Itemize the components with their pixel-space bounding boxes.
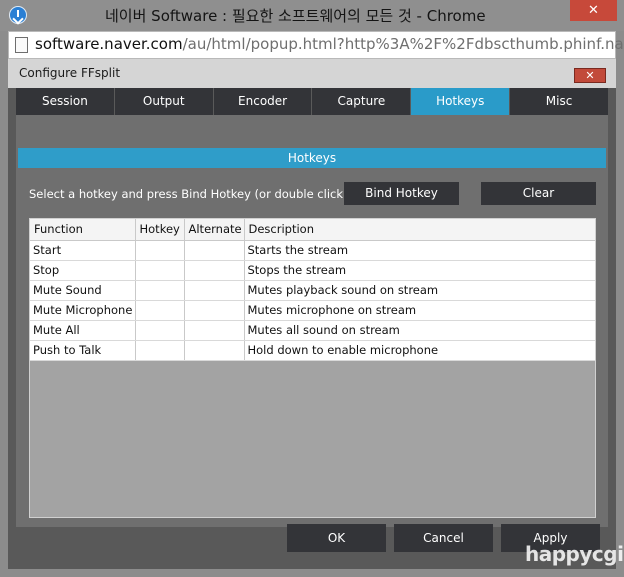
cell-function[interactable]: Mute Sound <box>30 280 136 301</box>
dialog-title: Configure FFsplit <box>19 66 121 80</box>
ok-button[interactable]: OK <box>287 524 386 552</box>
instruction-text: Select a hotkey and press Bind Hotkey (o… <box>29 187 348 201</box>
cell-description[interactable]: Mutes playback sound on stream <box>244 280 595 301</box>
cell-description[interactable]: Starts the stream <box>244 240 595 261</box>
window-title: 네이버 Software : 필요한 소프트웨어의 모든 것 - Chrome <box>105 7 486 25</box>
cell-function[interactable]: Push to Talk <box>30 340 136 361</box>
cell-hotkey[interactable] <box>135 240 185 261</box>
cell-alternate[interactable] <box>184 340 245 361</box>
table-header-row: Function Hotkey Alternate Description <box>30 219 595 241</box>
tab-session[interactable]: Session <box>16 88 115 115</box>
header-alternate[interactable]: Alternate <box>184 219 245 241</box>
cell-alternate[interactable] <box>184 260 245 281</box>
address-path: /au/html/popup.html?http%3A%2F%2Fdbscthu… <box>182 35 624 53</box>
cell-hotkey[interactable] <box>135 320 185 341</box>
clear-button[interactable]: Clear <box>481 182 596 205</box>
header-function[interactable]: Function <box>30 219 136 241</box>
cell-function[interactable]: Mute All <box>30 320 136 341</box>
table-row[interactable]: Mute Sound Mutes playback sound on strea… <box>30 280 595 301</box>
tab-capture[interactable]: Capture <box>312 88 412 115</box>
browser-titlebar: 네이버 Software : 필요한 소프트웨어의 모든 것 - Chrome … <box>0 0 624 31</box>
address-url[interactable]: software.naver.com/au/html/popup.html?ht… <box>35 35 624 53</box>
cell-description[interactable]: Mutes all sound on stream <box>244 320 595 341</box>
table-row[interactable]: Start Starts the stream <box>30 240 595 261</box>
tab-misc[interactable]: Misc <box>510 88 608 115</box>
hotkey-table: Function Hotkey Alternate Description St… <box>30 219 595 361</box>
table-row[interactable]: Mute Microphone Mutes microphone on stre… <box>30 300 595 321</box>
cell-hotkey[interactable] <box>135 340 185 361</box>
window-close-button[interactable]: ✕ <box>570 0 617 21</box>
cell-description[interactable]: Mutes microphone on stream <box>244 300 595 321</box>
cell-function[interactable]: Start <box>30 240 136 261</box>
download-icon <box>9 6 27 24</box>
header-description[interactable]: Description <box>244 219 595 241</box>
cell-alternate[interactable] <box>184 320 245 341</box>
bind-hotkey-button[interactable]: Bind Hotkey <box>344 182 459 205</box>
dialog-close-button[interactable]: ✕ <box>574 68 606 83</box>
cell-alternate[interactable] <box>184 280 245 301</box>
cell-hotkey[interactable] <box>135 260 185 281</box>
cancel-button[interactable]: Cancel <box>394 524 493 552</box>
table-row[interactable]: Push to Talk Hold down to enable microph… <box>30 340 595 361</box>
table-row[interactable]: Stop Stops the stream <box>30 260 595 281</box>
cell-alternate[interactable] <box>184 240 245 261</box>
tab-output[interactable]: Output <box>114 88 214 115</box>
table-row[interactable]: Mute All Mutes all sound on stream <box>30 320 595 341</box>
tab-bar: Session Output Encoder Capture Hotkeys M… <box>16 88 608 115</box>
hotkeys-panel: Hotkeys Select a hotkey and press Bind H… <box>16 115 608 527</box>
page-icon <box>15 37 28 53</box>
cell-hotkey[interactable] <box>135 280 185 301</box>
cell-description[interactable]: Hold down to enable microphone <box>244 340 595 361</box>
tab-hotkeys[interactable]: Hotkeys <box>411 88 511 115</box>
cell-function[interactable]: Mute Microphone <box>30 300 136 321</box>
watermark-logo: happycgi <box>525 542 624 566</box>
address-host: software.naver.com <box>35 35 183 53</box>
section-header: Hotkeys <box>18 148 606 168</box>
dialog-titlebar: Configure FFsplit ✕ <box>8 59 616 88</box>
cell-description[interactable]: Stops the stream <box>244 260 595 281</box>
hotkey-table-area: Function Hotkey Alternate Description St… <box>29 218 596 518</box>
header-hotkey[interactable]: Hotkey <box>135 219 185 241</box>
cell-hotkey[interactable] <box>135 300 185 321</box>
configure-dialog: Configure FFsplit ✕ Session Output Encod… <box>8 59 616 569</box>
cell-alternate[interactable] <box>184 300 245 321</box>
cell-function[interactable]: Stop <box>30 260 136 281</box>
address-bar[interactable]: software.naver.com/au/html/popup.html?ht… <box>8 31 624 59</box>
tab-encoder[interactable]: Encoder <box>213 88 313 115</box>
